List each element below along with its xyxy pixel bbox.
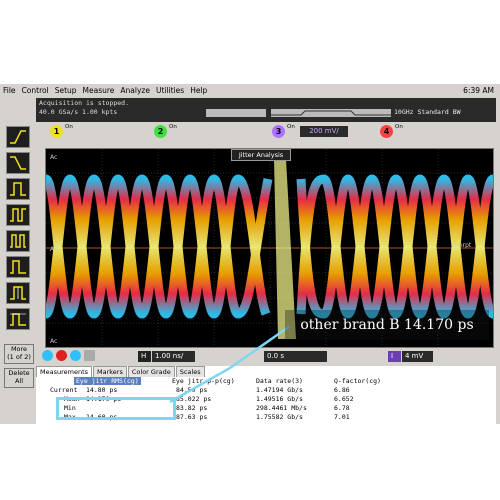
menu-help[interactable]: Help: [187, 84, 210, 98]
label-interpt: Interpt: [451, 242, 472, 249]
bandwidth-label: 10GHz Standard BW: [394, 108, 461, 116]
cell-rms: 14.80 ps: [86, 386, 118, 394]
pulse-icon: [10, 182, 26, 196]
input-label: I: [388, 351, 401, 362]
cell-pp: 84.50 ps: [176, 386, 208, 394]
cell-pp: 85.022 ps: [176, 395, 212, 403]
tab-scales[interactable]: Scales: [175, 366, 205, 377]
cell-rate: 298.4461 Mb/s: [256, 404, 307, 412]
fall-edge-tool[interactable]: [6, 152, 30, 174]
trigger-indicator[interactable]: [206, 109, 266, 117]
trigger-waveform-icon: [271, 110, 391, 116]
cell-rate: 1.49516 Gb/s: [256, 395, 303, 403]
period-tool[interactable]: [6, 204, 30, 226]
menu-setup[interactable]: Setup: [52, 84, 80, 98]
frequency-tool[interactable]: [6, 230, 30, 252]
jitter-analysis-box[interactable]: Jitter Analysis: [231, 149, 291, 161]
rise-edge-tool[interactable]: [6, 126, 30, 148]
vtop-icon: [10, 313, 26, 326]
label-bottom: Ac: [50, 338, 57, 345]
cell-rate: 1.47194 Gb/s: [256, 386, 303, 394]
falling-edge-icon: [10, 156, 26, 170]
menu-file[interactable]: File: [0, 84, 19, 98]
timebase-bar: H 1.00 ns/ 0.0 s I 4 mV: [36, 348, 496, 364]
stop-button[interactable]: [56, 350, 67, 361]
cell-q: 7.01: [334, 413, 350, 421]
duty-cycle-icon: [10, 260, 26, 274]
clock: 6:39 AM: [463, 86, 494, 95]
header-data-rate[interactable]: Data rate(3): [256, 377, 303, 385]
horizontal-scale[interactable]: 1.00 ns/: [152, 351, 195, 362]
tab-color-grade[interactable]: Color Grade: [127, 366, 175, 377]
tab-markers[interactable]: Markers: [93, 366, 127, 377]
trigger-waveform-box[interactable]: [271, 109, 391, 117]
acquisition-status: Acquisition is stopped.: [39, 99, 130, 107]
frequency-icon: [10, 234, 26, 248]
vtop-tool[interactable]: [6, 308, 30, 330]
channel-2-badge: 2: [154, 125, 167, 138]
measurement-tabs: Measurements Markers Color Grade Scales: [36, 366, 206, 377]
acquisition-status-bar: Acquisition is stopped. 40.0 GSa/s 1.00 …: [36, 98, 496, 122]
sample-rate: 40.0 GSa/s 1.00 kpts: [39, 108, 118, 116]
menu-bar: File Control Setup Measure Analyze Utilities H…: [0, 84, 500, 98]
eye-traces: [46, 174, 493, 319]
horizontal-delay[interactable]: 0.0 s: [264, 351, 327, 362]
cell-q: 6.78: [334, 404, 350, 412]
menu-analyze[interactable]: Analyze: [117, 84, 153, 98]
label-top: Ac: [50, 154, 57, 161]
delete-all-button[interactable]: Delete All: [4, 368, 34, 388]
cell-q: 6.86: [334, 386, 350, 394]
header-rms-jitter[interactable]: Eye jitr RMS(cg): [74, 377, 141, 385]
amplitude-icon: [10, 286, 26, 300]
channel-3-control[interactable]: 3 On 200 mV/: [272, 124, 356, 139]
channel-3-scale[interactable]: 200 mV/: [300, 126, 348, 137]
header-pp-jitter[interactable]: Eye jitr p-p(cg): [172, 377, 235, 385]
channel-bar: 1 On 2 On 3 On 200 mV/ 4 On: [36, 122, 496, 142]
label-mid: Ac: [50, 246, 57, 253]
rising-edge-icon: [10, 130, 26, 144]
pulse-width-tool[interactable]: [6, 178, 30, 200]
mean-value-highlight: [56, 397, 176, 420]
single-button[interactable]: [70, 350, 81, 361]
cell-q: 6.652: [334, 395, 354, 403]
period-icon: [10, 208, 26, 222]
channel-1-on: On: [65, 124, 73, 130]
cell-rate: 1.75582 Gb/s: [256, 413, 303, 421]
channel-2-on: On: [169, 124, 177, 130]
channel-3-badge: 3: [272, 125, 285, 138]
channel-1-badge: 1: [50, 125, 63, 138]
annotation-callout: other brand B 14.170 ps: [285, 310, 489, 340]
channel-3-on: On: [287, 124, 295, 130]
menu-measure[interactable]: Measure: [80, 84, 118, 98]
header-q-factor[interactable]: Q-factor(cg): [334, 377, 381, 385]
acquire-run-button[interactable]: [42, 350, 53, 361]
tool-sidebar: More (1 of 2) Delete All: [0, 122, 36, 424]
row-label: Current: [50, 386, 78, 394]
more-button[interactable]: More (1 of 2): [4, 344, 34, 364]
tab-measurements[interactable]: Measurements: [36, 366, 93, 377]
channel-4-badge: 4: [380, 125, 393, 138]
channel-4-on: On: [395, 124, 403, 130]
clear-button[interactable]: [84, 350, 95, 361]
oscilloscope-window: File Control Setup Measure Analyze Utilities H…: [0, 84, 500, 424]
menu-utilities[interactable]: Utilities: [153, 84, 187, 98]
menu-control[interactable]: Control: [19, 84, 52, 98]
horizontal-label: H: [138, 351, 151, 362]
cell-pp: 83.82 ps: [176, 404, 208, 412]
input-value[interactable]: 4 mV: [402, 351, 433, 362]
cell-pp: 87.63 ps: [176, 413, 208, 421]
duty-cycle-tool[interactable]: [6, 256, 30, 278]
amplitude-tool[interactable]: [6, 282, 30, 304]
